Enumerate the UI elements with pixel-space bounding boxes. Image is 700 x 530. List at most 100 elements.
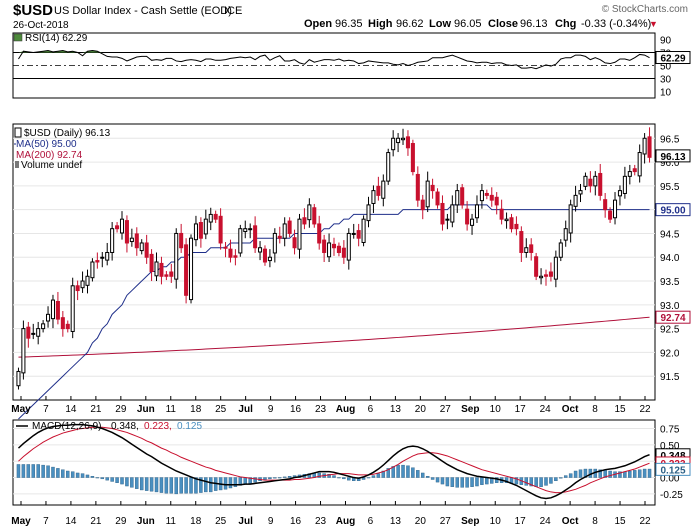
candle-body bbox=[322, 239, 327, 253]
candle-body bbox=[351, 232, 356, 235]
low-value: 96.05 bbox=[454, 18, 482, 30]
candle-body bbox=[371, 190, 376, 204]
macd-hist-bar bbox=[396, 464, 400, 478]
candle-body bbox=[474, 204, 480, 219]
macd-panel: 0.750.500.250.00-0.250.3480.2230.125May7… bbox=[11, 419, 691, 527]
macd-hist-bar bbox=[51, 466, 55, 478]
candle-body bbox=[213, 213, 218, 220]
macd-hist-bar bbox=[26, 464, 31, 478]
price-tick-label: 94.5 bbox=[660, 229, 680, 240]
rsi-legend-text: RSI(14) 62.29 bbox=[25, 33, 88, 44]
macd-legend-signal: 0.223, bbox=[144, 421, 172, 432]
macd-legend-value: 0.348, bbox=[111, 421, 139, 432]
price-x-label: 23 bbox=[315, 404, 327, 415]
macd-hist-bar bbox=[623, 471, 627, 478]
price-tick-label: 92.0 bbox=[660, 348, 680, 359]
macd-hist-bar bbox=[347, 477, 351, 481]
macd-hist-bar bbox=[56, 468, 60, 478]
candle-body bbox=[258, 247, 263, 253]
macd-hist-bar bbox=[85, 474, 90, 478]
candle-body bbox=[90, 261, 95, 279]
candle-body bbox=[110, 228, 115, 253]
candle-body bbox=[223, 246, 228, 249]
candle-body bbox=[578, 190, 583, 195]
candle-body bbox=[287, 220, 292, 234]
close-label: Close bbox=[488, 18, 518, 30]
candle-body bbox=[622, 175, 627, 194]
candle-body bbox=[356, 230, 361, 239]
candle-body bbox=[608, 210, 613, 220]
candle-body bbox=[70, 285, 75, 332]
candle-body bbox=[647, 136, 652, 158]
macd-hist-bar bbox=[189, 477, 193, 494]
candle-body bbox=[282, 223, 287, 239]
macd-hist-bar bbox=[21, 464, 26, 478]
candle-body bbox=[100, 256, 105, 259]
macd-x-label: 18 bbox=[190, 516, 202, 527]
candle-body bbox=[430, 184, 435, 192]
macd-hist-bar bbox=[539, 477, 543, 487]
candle-body bbox=[410, 143, 415, 173]
candle-body bbox=[174, 232, 179, 280]
candle-body bbox=[558, 242, 563, 258]
macd-hist-bar bbox=[263, 477, 267, 480]
rsi-tick-label: 10 bbox=[660, 88, 672, 99]
price-x-label: Jun bbox=[137, 404, 155, 415]
candle-body bbox=[21, 328, 26, 374]
price-x-label: Sep bbox=[461, 404, 479, 415]
candle-body bbox=[312, 207, 317, 225]
candle-body bbox=[504, 218, 509, 222]
macd-hist-bar bbox=[144, 477, 149, 491]
candle-body bbox=[208, 213, 213, 223]
price-tick-label: 92.5 bbox=[660, 325, 680, 336]
macd-hist-bar bbox=[66, 470, 70, 478]
candle-body bbox=[465, 208, 470, 225]
quote-row: Open 96.35 High 96.62 Low 96.05 Close 96… bbox=[304, 18, 658, 30]
macd-hist-bar bbox=[544, 477, 548, 486]
candle-body bbox=[381, 180, 386, 199]
candle-body bbox=[16, 370, 21, 387]
chart-symbol: $USD bbox=[13, 2, 53, 19]
candle-body bbox=[179, 232, 184, 249]
macd-x-label: 25 bbox=[215, 516, 227, 527]
candle-body bbox=[218, 215, 223, 244]
candle-body bbox=[366, 204, 371, 222]
candle-body bbox=[445, 218, 450, 221]
candle-body bbox=[188, 237, 194, 301]
rsi-frame bbox=[12, 32, 656, 99]
macd-hist-bar bbox=[578, 469, 583, 478]
open-value: 96.35 bbox=[335, 18, 363, 30]
candle-body bbox=[253, 225, 258, 249]
price-x-label: 18 bbox=[190, 404, 202, 415]
candle-body bbox=[391, 137, 396, 151]
candle-body bbox=[60, 317, 65, 330]
price-x-label: 25 bbox=[215, 404, 227, 415]
watermark[interactable]: © StockCharts.com bbox=[602, 4, 688, 15]
price-x-label: Oct bbox=[562, 404, 579, 415]
macd-hist-bar bbox=[430, 477, 435, 480]
macd-x-label: 20 bbox=[415, 516, 427, 527]
macd-hist-bar bbox=[179, 477, 183, 494]
price-x-label: 13 bbox=[390, 404, 402, 415]
candle-body bbox=[331, 243, 337, 249]
candle-body bbox=[267, 256, 272, 262]
macd-hist-bar bbox=[164, 477, 169, 494]
price-x-label: 15 bbox=[614, 404, 626, 415]
macd-hist-bar bbox=[159, 477, 164, 493]
price-legend: $USD (Daily) 96.13 MA(50) 95.00 MA(200) … bbox=[14, 127, 111, 171]
macd-hist-bar bbox=[534, 477, 538, 487]
macd-hist-bar bbox=[554, 477, 558, 482]
macd-hist-bar bbox=[637, 469, 642, 478]
volume-legend: Volume undef bbox=[21, 160, 82, 171]
macd-hist-bar bbox=[366, 477, 371, 479]
macd-x-label: Aug bbox=[336, 516, 355, 527]
candle-body bbox=[144, 242, 149, 258]
rsi-line bbox=[18, 50, 650, 70]
candle-body bbox=[415, 173, 420, 201]
macd-hist-bar bbox=[41, 464, 45, 478]
candle-body bbox=[470, 218, 475, 226]
chart-exchange: ICE bbox=[224, 5, 242, 17]
candle-body bbox=[346, 232, 351, 261]
macd-hist-bar bbox=[573, 470, 578, 478]
macd-x-label: 9 bbox=[268, 516, 274, 527]
